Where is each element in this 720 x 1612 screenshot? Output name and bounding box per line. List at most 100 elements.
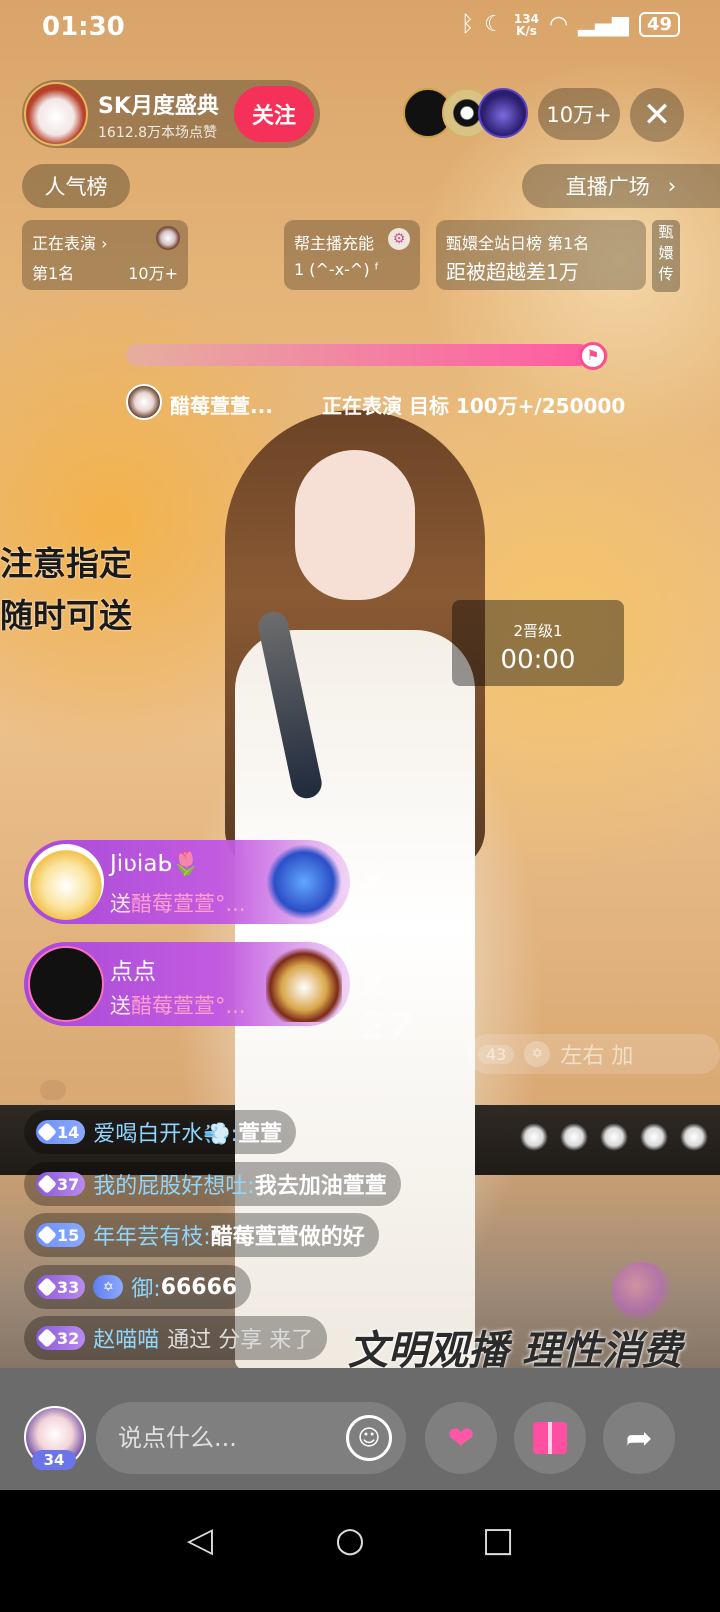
host-avatar[interactable] (24, 82, 88, 146)
performing-value: 10万+ (128, 264, 178, 283)
like-button[interactable]: ❤ (425, 1402, 497, 1474)
gem-icon (37, 1122, 57, 1142)
my-level-badge: 34 (32, 1450, 76, 1470)
home-icon: ○ (335, 1520, 365, 1560)
star-icon: ✡ (524, 1041, 551, 1067)
charge-value: 1 (^-x-^) ᶠ (294, 260, 380, 279)
performer-avatar[interactable] (126, 384, 162, 420)
chat-username[interactable]: 御: (131, 1271, 160, 1303)
host-name: SK月度盛典 (98, 94, 219, 119)
pk-timer[interactable]: 2晋级1 00:00 (452, 600, 624, 686)
fading-chat-row: 43 ✡ 左右 加 (468, 1034, 720, 1074)
daily-rank-card[interactable]: 甄嬛全站日榜 第1名 距被超越差1万 (436, 220, 646, 290)
performing-title: 正在表演 › (32, 234, 108, 253)
host-info[interactable]: SK月度盛典 1612.8万本场点赞 关注 (22, 80, 320, 148)
ghost-text: 左右 加 (560, 1044, 634, 1069)
flag-icon: ⚑ (579, 342, 607, 370)
net-speed: 134 K/s (513, 11, 539, 38)
home-button[interactable]: ○ (320, 1510, 380, 1570)
emoji-icon: ☺ (357, 1425, 381, 1451)
close-icon: ✕ (642, 95, 672, 135)
performance-goal: 正在表演 目标 100万+/250000 (322, 394, 626, 418)
fan-badge-icon: ✡ (93, 1275, 124, 1299)
performer-mini-avatar (156, 226, 180, 250)
performer-name: 醋莓萱萱... (170, 394, 273, 418)
chat-text: 萱萱 (238, 1122, 283, 1147)
back-icon: ◁ (186, 1520, 214, 1560)
share-icon: ➦ (625, 1419, 653, 1457)
gift-banner: Jiʋiaᖯ🌷 送醋莓萱萱°... x 1 (24, 840, 386, 946)
goal-progress-bar (126, 344, 608, 366)
chat-username[interactable]: 爱喝白开水💨: (93, 1116, 238, 1148)
gem-icon (37, 1225, 57, 1245)
host-likes: 1612.8万本场点赞 (98, 125, 217, 141)
chat-text: 66666 (160, 1274, 238, 1300)
gift-target: 送醋莓萱萱°... (110, 994, 246, 1018)
gift-target: 送醋莓萱萱°... (110, 892, 246, 916)
gem-icon (37, 1328, 57, 1348)
cookie-icon (40, 1080, 66, 1100)
charge-card[interactable]: 帮主播充能 ⚙ 1 (^-x-^) ᶠ (284, 220, 420, 290)
moon-icon: ☾ (484, 12, 504, 37)
live-plaza-label: 直播广场 (565, 175, 650, 199)
signal-icon: ▂▄▆ (578, 12, 629, 37)
level-badge: 32 (36, 1326, 86, 1350)
ghost-level-badge: 43 (478, 1044, 515, 1064)
gift-sender-name: Jiʋiaᖯ🌷 (110, 851, 201, 877)
status-time: 01:30 (42, 12, 125, 42)
level-badge: 14 (36, 1120, 86, 1144)
gift-multiplier: x 1 (360, 858, 387, 946)
daily-rank-title: 甄嬛全站日榜 第1名 (446, 234, 590, 253)
chat-message[interactable]: 14 爱喝白开水💨: 萱萱 (24, 1110, 297, 1154)
chat-username[interactable]: 年年芸有枝: (93, 1219, 210, 1251)
chat-username[interactable]: 我的屁股好想吐: (93, 1168, 254, 1200)
pk-countdown: 00:00 (500, 645, 576, 675)
status-bar: 01:30 ᛒ ☾ 134 K/s ◠ ▂▄▆ 49 (0, 0, 720, 56)
popularity-rank-button[interactable]: 人气榜 (22, 164, 130, 208)
back-button[interactable]: ◁ (170, 1510, 230, 1570)
performing-rank: 第1名 (32, 264, 75, 283)
share-button[interactable]: ➦ (603, 1402, 675, 1474)
viewer-count[interactable]: 10万+ (538, 88, 620, 140)
charge-title: 帮主播充能 (294, 234, 375, 253)
heart-icon: ❤ (447, 1419, 475, 1457)
level-badge: 37 (36, 1172, 86, 1196)
emoji-button[interactable]: ☺ (346, 1415, 392, 1461)
gift-sender-avatar[interactable] (28, 946, 104, 1022)
wifi-icon: ◠ (548, 12, 569, 37)
gift-robot-icon (266, 844, 342, 920)
pk-label: 2晋级1 (513, 622, 563, 640)
bluetooth-icon: ᛒ (460, 12, 475, 37)
chat-username[interactable]: 赵喵喵 (93, 1322, 159, 1354)
chat-text: 醋莓萱萱做的好 (210, 1225, 365, 1250)
chevron-right-icon: › (667, 174, 677, 198)
chat-message[interactable]: 33 ✡ 御: 66666 (24, 1265, 252, 1309)
level-badge: 33 (36, 1275, 86, 1299)
gift-multiplier: x 27 (360, 960, 413, 1048)
chat-text: 通过 分享 来了 (167, 1328, 314, 1353)
decoration-icon (612, 1262, 672, 1322)
follow-button[interactable]: 关注 (234, 86, 314, 142)
performing-rank-card[interactable]: 正在表演 › 第1名 10万+ (22, 220, 188, 290)
level-badge: 15 (36, 1223, 86, 1247)
gift-button[interactable] (514, 1402, 586, 1474)
gem-icon (37, 1174, 57, 1194)
chat-message[interactable]: 15 年年芸有枝: 醋莓萱萱做的好 (24, 1213, 379, 1257)
top-viewer-avatar[interactable] (478, 88, 528, 138)
gift-sender-avatar[interactable] (28, 844, 104, 920)
gift-sportscar-icon (266, 946, 342, 1022)
chat-message[interactable]: 37 我的屁股好想吐: 我去加油萱萱 (24, 1162, 401, 1206)
chat-message[interactable]: 32 赵喵喵 通过 分享 来了 (24, 1316, 328, 1360)
drama-tag[interactable]: 甄嬛传 (652, 220, 680, 292)
gift-sender-name: 点点 (110, 959, 156, 985)
chat-text: 我去加油萱萱 (254, 1174, 387, 1199)
gift-banner: 点点 送醋莓萱萱°... x 27 (24, 942, 413, 1048)
goal-progress-fill (126, 344, 589, 366)
gift-notice: 注意指定 随时可送 (0, 544, 132, 635)
live-plaza-button[interactable]: 直播广场 › (522, 164, 720, 208)
daily-rank-gap: 距被超越差1万 (446, 260, 579, 284)
battery-icon: 49 (638, 12, 680, 37)
close-button[interactable]: ✕ (630, 88, 684, 142)
gem-icon (37, 1277, 57, 1297)
recents-button[interactable]: □ (468, 1510, 528, 1570)
